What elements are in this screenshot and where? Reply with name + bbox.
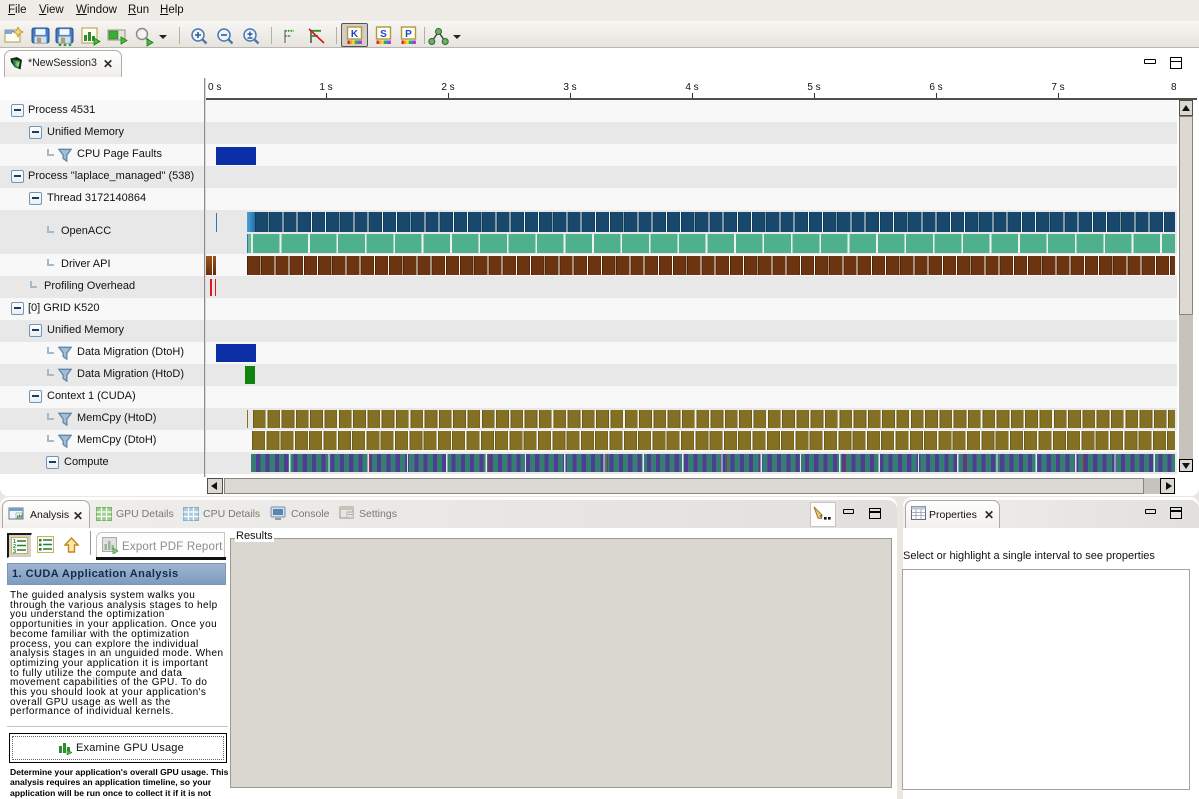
svg-text:K: K xyxy=(351,29,359,40)
svg-text:S: S xyxy=(380,29,387,40)
svg-text:P: P xyxy=(405,29,412,40)
svg-text:3: 3 xyxy=(13,549,16,554)
